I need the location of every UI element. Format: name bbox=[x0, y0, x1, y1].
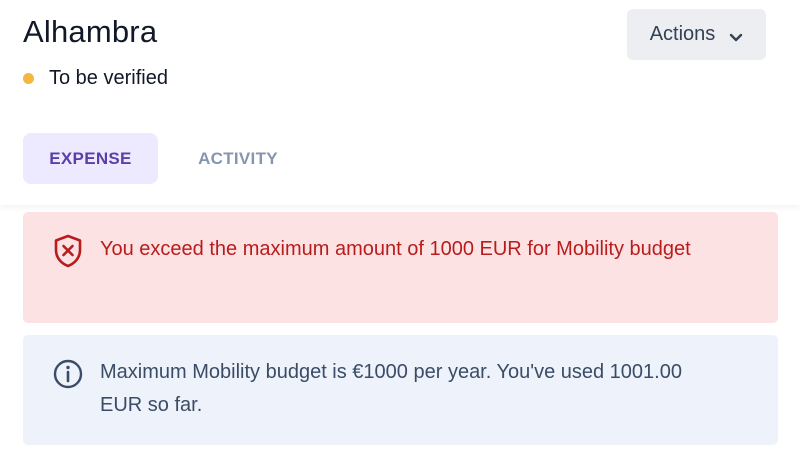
status-text: To be verified bbox=[49, 67, 168, 89]
info-circle-icon bbox=[52, 356, 84, 392]
page-header: Alhambra To be verified Actions EXPENSE … bbox=[0, 0, 800, 205]
info-message: Maximum Mobility budget is €1000 per yea… bbox=[100, 361, 682, 416]
shield-x-icon bbox=[52, 233, 84, 269]
actions-button[interactable]: Actions bbox=[627, 9, 766, 60]
tab-bar: EXPENSE ACTIVITY bbox=[23, 133, 318, 184]
error-alert: You exceed the maximum amount of 1000 EU… bbox=[23, 212, 778, 323]
status-indicator: To be verified bbox=[23, 67, 168, 90]
tab-expense[interactable]: EXPENSE bbox=[23, 133, 158, 184]
error-message: You exceed the maximum amount of 1000 EU… bbox=[100, 238, 691, 260]
status-dot bbox=[23, 73, 34, 84]
actions-label: Actions bbox=[649, 23, 716, 45]
info-alert: Maximum Mobility budget is €1000 per yea… bbox=[23, 335, 778, 445]
tab-activity[interactable]: ACTIVITY bbox=[158, 133, 318, 184]
page-title: Alhambra bbox=[23, 14, 158, 49]
chevron-down-icon bbox=[729, 30, 743, 41]
